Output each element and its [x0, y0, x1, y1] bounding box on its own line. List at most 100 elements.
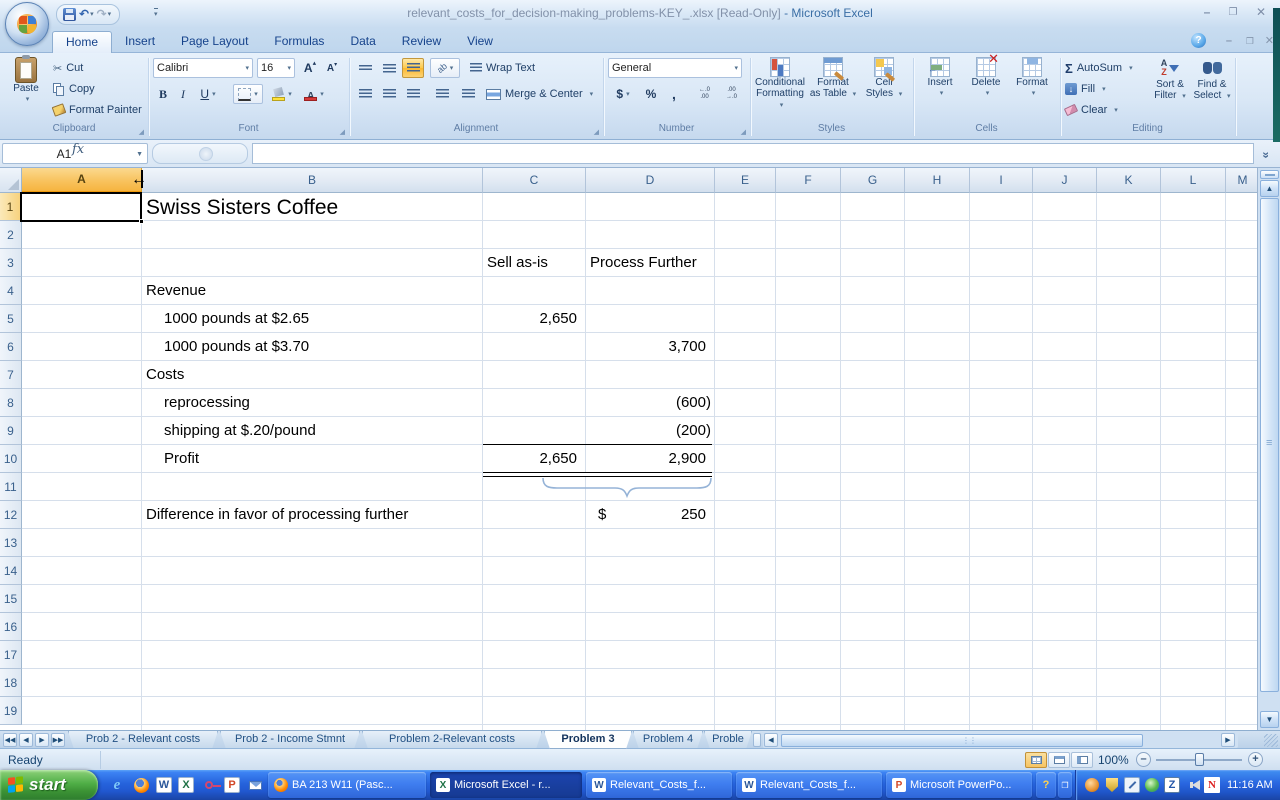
row-header-8[interactable]: 8 — [0, 389, 22, 417]
zoom-out-icon[interactable]: – — [1136, 752, 1151, 767]
number-format-combo[interactable]: General▾ — [608, 58, 742, 78]
cell-B4[interactable]: Revenue — [142, 277, 483, 305]
workbook-minimize-button[interactable]: – — [1226, 35, 1232, 47]
cell-D10[interactable]: 2,900 — [586, 445, 715, 473]
scroll-up-icon[interactable]: ▲ — [1260, 180, 1279, 197]
row-header-18[interactable]: 18 — [0, 669, 22, 697]
underline-button[interactable]: U▾ — [193, 84, 223, 104]
zoom-slider-thumb[interactable] — [1195, 753, 1204, 766]
align-center-button[interactable] — [378, 84, 400, 104]
tab-page-layout[interactable]: Page Layout — [168, 31, 261, 53]
dialog-launcher-icon[interactable]: ◢ — [594, 128, 599, 136]
scroll-down-icon[interactable]: ▼ — [1260, 711, 1279, 728]
tab-split-handle[interactable] — [753, 733, 761, 747]
merge-center-button[interactable]: Merge & Center▾ — [486, 84, 593, 104]
orientation-button[interactable]: ab▾ — [430, 58, 460, 78]
sheet-tab-problem4[interactable]: Problem 4 — [633, 731, 703, 749]
scroll-left-icon[interactable]: ◀ — [764, 733, 778, 747]
toolbar-expand-button[interactable]: ❐ — [1058, 772, 1072, 798]
task-button-word-2[interactable]: W Relevant_Costs_f... — [736, 772, 882, 798]
task-button-powerpoint[interactable]: P Microsoft PowerPo... — [886, 772, 1032, 798]
tray-orange-app-icon[interactable] — [1084, 777, 1100, 793]
vertical-split-handle[interactable] — [1260, 170, 1279, 179]
font-name-combo[interactable]: Calibri▾ — [153, 58, 253, 78]
word-icon[interactable]: W — [156, 777, 172, 793]
page-break-view-button[interactable] — [1071, 752, 1093, 768]
row-header-3[interactable]: 3 — [0, 249, 22, 277]
zoom-level[interactable]: 100% — [1098, 753, 1129, 767]
percent-style-button[interactable]: % — [640, 84, 662, 104]
column-header-K[interactable]: K — [1097, 168, 1161, 193]
row-header-16[interactable]: 16 — [0, 613, 22, 641]
cut-button[interactable]: ✂Cut — [53, 58, 83, 78]
normal-view-button[interactable] — [1025, 752, 1047, 768]
dialog-launcher-icon[interactable]: ◢ — [741, 128, 746, 136]
borders-button[interactable]: ▾ — [233, 84, 263, 104]
row-header-14[interactable]: 14 — [0, 557, 22, 585]
column-header-D[interactable]: D — [586, 168, 715, 193]
align-top-button[interactable] — [354, 58, 376, 78]
row-header-6[interactable]: 6 — [0, 333, 22, 361]
vertical-scroll-thumb[interactable] — [1260, 198, 1279, 692]
restore-button[interactable]: ❐ — [1222, 5, 1244, 22]
cell-D9[interactable]: (200) — [586, 417, 715, 445]
horizontal-scrollbar[interactable]: ◀ ▶ — [763, 732, 1238, 748]
row-header-15[interactable]: 15 — [0, 585, 22, 613]
prev-sheet-icon[interactable]: ◀ — [19, 733, 33, 747]
row-header-7[interactable]: 7 — [0, 361, 22, 389]
sheet-tab-problem5[interactable]: Proble — [704, 731, 752, 749]
sort-filter-button[interactable]: AZ Sort &Filter ▾ — [1149, 57, 1191, 121]
fill-color-button[interactable]: ▾ — [267, 84, 297, 104]
autosum-button[interactable]: ΣAutoSum▾ — [1065, 58, 1133, 78]
tray-shield-icon[interactable] — [1104, 777, 1120, 793]
format-cells-button[interactable]: Format▾ — [1010, 57, 1054, 121]
insert-cells-button[interactable]: ← Insert▾ — [918, 57, 962, 121]
page-layout-view-button[interactable] — [1048, 752, 1070, 768]
column-header-A[interactable]: A — [22, 168, 142, 193]
dialog-launcher-icon[interactable]: ◢ — [139, 128, 144, 136]
first-sheet-icon[interactable]: ◀◀ — [3, 733, 17, 747]
font-size-combo[interactable]: 16▾ — [257, 58, 295, 78]
brace-shape[interactable] — [541, 476, 713, 498]
cell-B8[interactable]: reprocessing — [142, 389, 483, 417]
firefox-icon[interactable] — [132, 776, 150, 794]
row-header-10[interactable]: 10 — [0, 445, 22, 473]
format-painter-button[interactable]: Format Painter — [53, 100, 142, 120]
clear-button[interactable]: Clear▾ — [1065, 100, 1118, 120]
task-button-firefox[interactable]: BA 213 W11 (Pasc... — [268, 772, 426, 798]
find-select-button[interactable]: Find &Select ▾ — [1191, 57, 1233, 121]
insert-function-icon[interactable]: fx — [72, 142, 84, 157]
column-header-J[interactable]: J — [1033, 168, 1097, 193]
cell-C10[interactable]: 2,650 — [483, 445, 586, 473]
wrap-text-button[interactable]: Wrap Text — [470, 58, 535, 78]
grow-font-button[interactable]: A▴ — [299, 58, 321, 78]
tray-z-app-icon[interactable]: Z — [1164, 777, 1180, 793]
tab-review[interactable]: Review — [389, 31, 454, 53]
paste-button[interactable]: Paste▾ — [5, 57, 47, 121]
key-icon[interactable] — [200, 776, 218, 794]
tab-data[interactable]: Data — [337, 31, 388, 53]
column-header-G[interactable]: G — [841, 168, 905, 193]
accounting-format-button[interactable]: $▾ — [608, 84, 638, 104]
start-button[interactable]: start — [0, 770, 98, 800]
decrease-indent-button[interactable] — [430, 84, 454, 104]
tray-novell-icon[interactable]: N — [1204, 777, 1220, 793]
cell-B12[interactable]: Difference in favor of processing furthe… — [142, 501, 483, 529]
cell-B6[interactable]: 1000 pounds at $3.70 — [142, 333, 483, 361]
tray-volume-icon[interactable] — [1184, 777, 1200, 793]
sheet-tab-problem2-relevant[interactable]: Problem 2-Relevant costs — [362, 731, 542, 749]
increase-decimal-button[interactable]: ←.0.00 — [692, 84, 717, 104]
align-left-button[interactable] — [354, 84, 376, 104]
column-header-I[interactable]: I — [970, 168, 1033, 193]
column-header-E[interactable]: E — [715, 168, 776, 193]
column-header-M[interactable]: M — [1226, 168, 1257, 193]
tab-home[interactable]: Home — [52, 31, 112, 53]
row-header-13[interactable]: 13 — [0, 529, 22, 557]
cell-D8[interactable]: (600) — [586, 389, 715, 417]
help-icon[interactable]: ? — [1191, 33, 1206, 48]
shrink-font-button[interactable]: A▾ — [322, 58, 342, 78]
sheet-tab-prob2-income[interactable]: Prob 2 - Income Stmnt — [220, 731, 360, 749]
cell-B10[interactable]: Profit — [142, 445, 483, 473]
close-button[interactable]: ✕ — [1250, 5, 1272, 22]
align-middle-button[interactable] — [378, 58, 400, 78]
